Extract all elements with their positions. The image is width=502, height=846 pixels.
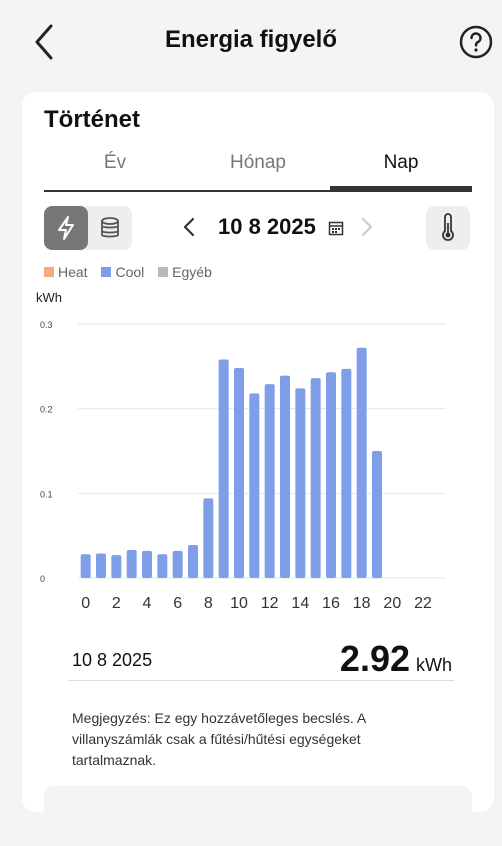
x-tick-label: 16 bbox=[322, 595, 340, 612]
chart-bar bbox=[264, 384, 275, 578]
summary-total: 2.92 kWh bbox=[340, 638, 452, 680]
x-tick-label: 6 bbox=[173, 595, 182, 612]
chart-bar bbox=[280, 375, 290, 578]
chart-bar bbox=[111, 555, 122, 578]
chart-bar bbox=[142, 550, 152, 578]
tab-year[interactable]: Év bbox=[44, 152, 186, 174]
lightning-icon bbox=[58, 216, 74, 240]
legend-swatch bbox=[101, 267, 112, 277]
chart-bar bbox=[326, 372, 336, 578]
legend-item-cool: Cool bbox=[101, 264, 144, 280]
chart-bar bbox=[234, 368, 244, 578]
legend-item-heat: Heat bbox=[44, 264, 88, 280]
x-tick-label: 8 bbox=[204, 595, 213, 612]
chart-bar bbox=[356, 347, 367, 578]
chevron-left-icon bbox=[183, 217, 195, 237]
chart-bar bbox=[249, 393, 260, 578]
energy-view-button[interactable] bbox=[44, 206, 88, 250]
chart-bar bbox=[310, 378, 321, 578]
selected-date[interactable]: 10 8 2025 bbox=[218, 214, 316, 240]
y-tick-label: 0.1 bbox=[40, 489, 53, 499]
tab-month[interactable]: Hónap bbox=[187, 152, 329, 174]
legend-swatch bbox=[44, 267, 54, 277]
bottom-panel bbox=[44, 786, 472, 846]
chevron-right-icon bbox=[361, 217, 373, 237]
chart-bar bbox=[126, 550, 137, 578]
date-navigator: 10 8 2025 bbox=[172, 210, 392, 246]
cost-view-button[interactable] bbox=[88, 206, 132, 250]
chart-svg: kWh 0.3 0.2 0.1 0 0 2 4 6 8 10 12 14 16 18 20 22 bbox=[36, 290, 446, 612]
divider bbox=[68, 680, 454, 681]
active-tab-indicator bbox=[330, 186, 472, 192]
y-axis-label: kWh bbox=[36, 290, 62, 305]
temperature-button[interactable] bbox=[426, 206, 470, 250]
period-tabs: Év Hónap Nap bbox=[44, 144, 472, 192]
x-tick-label: 20 bbox=[383, 595, 401, 612]
chart-bar bbox=[157, 554, 168, 578]
energy-chart: kWh 0.3 0.2 0.1 0 0 2 4 6 8 10 12 14 16 18 20 22 bbox=[22, 288, 494, 623]
legend-swatch bbox=[158, 267, 169, 277]
x-tick-label: 14 bbox=[291, 595, 309, 612]
view-toggle bbox=[44, 206, 132, 250]
chart-bar bbox=[295, 388, 306, 578]
summary-date: 10 8 2025 bbox=[72, 650, 153, 670]
chart-bar bbox=[80, 554, 91, 578]
chart-bar bbox=[341, 368, 352, 578]
chart-bar bbox=[372, 451, 382, 578]
legend-item-other: Egyéb bbox=[158, 264, 212, 280]
history-card: Történet Év Hónap Nap 10 8 2025 Heat Coo… bbox=[22, 92, 494, 846]
chart-bar bbox=[96, 553, 106, 578]
chart-legend: Heat Cool Egyéb bbox=[44, 264, 222, 280]
chart-bar bbox=[203, 498, 214, 578]
x-tick-label: 12 bbox=[261, 595, 279, 612]
section-title: Történet bbox=[44, 106, 140, 133]
x-tick-label: 4 bbox=[143, 595, 152, 612]
question-circle-icon bbox=[459, 25, 493, 59]
previous-day-button[interactable] bbox=[182, 216, 204, 240]
chart-bar bbox=[188, 544, 198, 578]
tab-day[interactable]: Nap bbox=[330, 152, 472, 174]
x-tick-label: 18 bbox=[353, 595, 371, 612]
y-tick-label: 0.2 bbox=[40, 405, 53, 415]
x-tick-label: 10 bbox=[230, 595, 248, 612]
x-tick-label: 2 bbox=[112, 595, 121, 612]
chart-bar bbox=[172, 550, 183, 578]
y-tick-label: 0 bbox=[40, 574, 45, 584]
total-unit: kWh bbox=[416, 655, 452, 675]
coins-icon bbox=[101, 217, 119, 238]
disclaimer-note: Megjegyzés: Ez egy hozzávetőleges becslé… bbox=[72, 710, 366, 768]
calendar-icon[interactable] bbox=[328, 220, 344, 236]
x-tick-label: 22 bbox=[414, 595, 432, 612]
total-value: 2.92 bbox=[339, 638, 410, 679]
thermometer-icon bbox=[442, 213, 454, 241]
next-day-button[interactable] bbox=[360, 216, 382, 240]
x-tick-label: 0 bbox=[81, 595, 90, 612]
y-tick-label: 0.3 bbox=[40, 320, 53, 330]
chart-bar bbox=[218, 359, 229, 578]
help-button[interactable] bbox=[458, 24, 494, 60]
page-title: Energia figyelő bbox=[164, 26, 338, 53]
header: Energia figyelő bbox=[0, 0, 502, 84]
